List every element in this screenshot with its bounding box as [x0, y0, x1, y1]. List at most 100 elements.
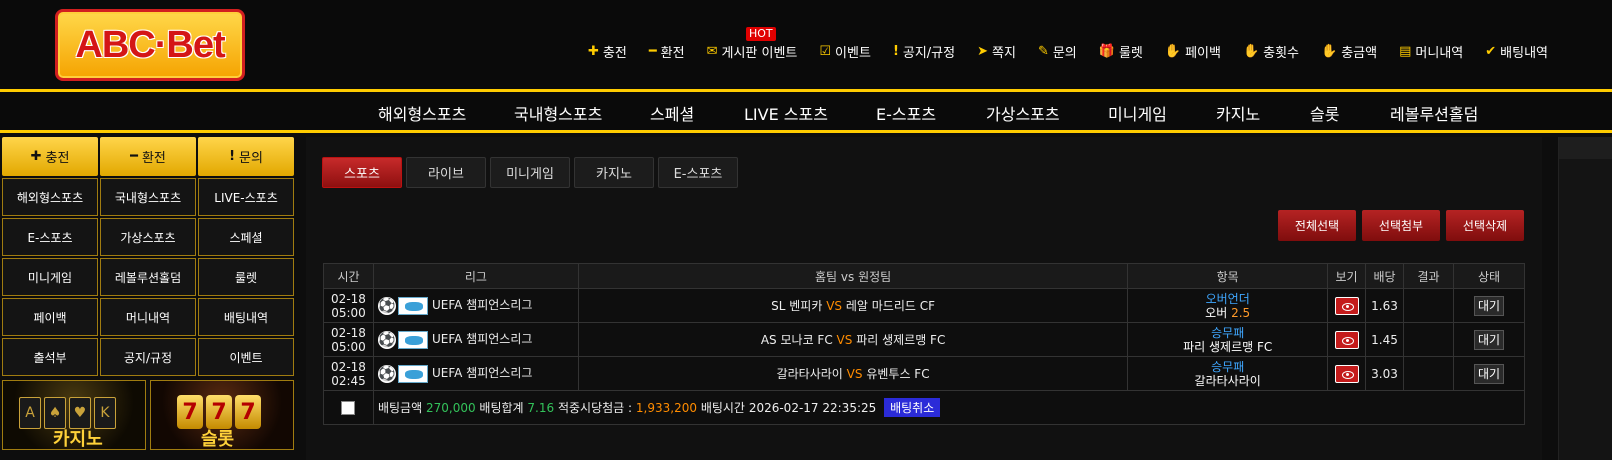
main-nav-item[interactable]: E-스포츠 [876, 101, 936, 125]
main-nav-item[interactable]: 스페셜 [650, 101, 694, 125]
sidebar-menu-item[interactable]: 국내형스포츠 [100, 178, 196, 216]
main-nav: 해외형스포츠 국내형스포츠 스페셜 LIVE 스포츠 E-스포츠 가상스포츠 미니게임 카지노… [0, 92, 1612, 130]
action-button[interactable]: 선택첨부 [1362, 210, 1440, 241]
top-nav-item[interactable]: ! 공지/규정 [893, 42, 955, 61]
tab-item[interactable]: 카지노 [574, 157, 654, 188]
cancel-bet-button[interactable]: 배팅취소 [884, 398, 941, 417]
hand-coin-icon: ✋ [1242, 44, 1260, 59]
odds-value: 3.03 [1365, 356, 1405, 391]
top-nav-item[interactable]: ➤ 쪽지 [977, 42, 1016, 61]
soccer-ball-icon: ⚽ [377, 364, 396, 383]
sidebar-menu-item[interactable]: 공지/규정 [100, 338, 196, 376]
sidebar-menu-item[interactable]: 룰렛 [198, 258, 294, 296]
odds-value: 1.45 [1365, 322, 1405, 357]
pick-cell: 승무패 파리 생제르맹 FC [1127, 322, 1329, 357]
slot-sevens-icon: 777 [177, 395, 261, 429]
sidebar-menu-item[interactable]: 미니게임 [2, 258, 98, 296]
sidebar-menu-item[interactable]: 레볼루션홀덤 [100, 258, 196, 296]
top-nav-item[interactable]: ✎ 문의 [1038, 42, 1077, 61]
status-button[interactable]: 대기 [1473, 363, 1504, 384]
tab-item[interactable]: 라이브 [406, 157, 486, 188]
sidebar-quick-button[interactable]: ━ 환전 [100, 137, 196, 176]
top-nav-item[interactable]: ▤ 머니내역 [1399, 42, 1463, 61]
pick-value: 파리 생제르맹 FC [1128, 340, 1327, 354]
top-nav-label: 충금액 [1341, 46, 1378, 61]
slot-banner[interactable]: 777 슬롯 [150, 380, 294, 450]
page: ABC·Bet HOT ✚ 충전 ━ 환전 ✉ 게시판 이벤트 ☑ 이벤트! 공지/규정 ➤ 쪽지 ✎… [0, 0, 1612, 460]
top-nav-item[interactable]: 🎁 룰렛 [1099, 42, 1143, 61]
sidebar-menu-item[interactable]: 해외형스포츠 [2, 178, 98, 216]
sidebar-banners: A ♠ ♥ K 카지노 777 슬롯 [2, 380, 294, 450]
bet-amount: 270,000 [425, 401, 476, 415]
top-nav-label: 게시판 이벤트 [721, 46, 798, 61]
sidebar-menu-item[interactable]: 출석부 [2, 338, 98, 376]
sidebar-menu-item[interactable]: 배팅내역 [198, 298, 294, 336]
match-clock: 05:00 [331, 339, 366, 354]
sidebar: ✚ 충전 ━ 환전! 문의 해외형스포츠 국내형스포츠 LIVE-스포츠 E-스포츠 가상스포츠… [2, 137, 294, 450]
gift-icon: 🎁 [1098, 44, 1115, 59]
vs-label: VS [836, 333, 853, 347]
sidebar-menu-item[interactable]: 가상스포츠 [100, 218, 196, 256]
column-header: 상태 [1452, 263, 1526, 289]
league-name: UEFA 챔피언스리그 [431, 298, 533, 313]
bet-time-label: 배팅시간 [700, 401, 745, 415]
casino-banner[interactable]: A ♠ ♥ K 카지노 [2, 380, 146, 450]
sidebar-menu-item[interactable]: 머니내역 [100, 298, 196, 336]
top-nav-item[interactable]: ━ 환전 [649, 42, 685, 61]
main-nav-item[interactable]: 레볼루션홀덤 [1390, 101, 1478, 125]
main-nav-item[interactable]: 해외형스포츠 [378, 101, 466, 125]
minus-icon: ━ [130, 149, 138, 164]
sidebar-menu-item[interactable]: LIVE-스포츠 [198, 178, 294, 216]
logo[interactable]: ABC·Bet [55, 9, 245, 81]
bet-slip-panel: 스포츠 라이브 미니게임 카지노 E-스포츠 전체선택 선택첨부 선택삭제 시간 리그 홈팀 v… [306, 137, 1542, 460]
main-nav-item[interactable]: 슬롯 [1310, 101, 1339, 125]
action-button[interactable]: 전체선택 [1278, 210, 1356, 241]
sidebar-quick-button[interactable]: ✚ 충전 [2, 137, 98, 176]
away-team: 파리 생제르맹 FC [856, 333, 946, 347]
eye-icon[interactable] [1334, 330, 1359, 349]
select-checkbox[interactable] [341, 400, 356, 415]
sidebar-menu-item[interactable]: 이벤트 [198, 338, 294, 376]
vs-label: VS [846, 367, 863, 381]
plus-icon: ✚ [588, 44, 599, 59]
top-nav-item[interactable]: ✋ 페이백 [1165, 42, 1221, 61]
status-button[interactable]: 대기 [1473, 329, 1504, 350]
top-nav-label: 배팅내역 [1500, 46, 1548, 61]
status-button[interactable]: 대기 [1473, 295, 1504, 316]
top-nav-item[interactable]: ✚ 충전 [588, 42, 627, 61]
tab-item[interactable]: 미니게임 [490, 157, 570, 188]
top-nav-item[interactable]: ✋ 충금액 [1321, 42, 1377, 61]
top-nav-label: 환전 [660, 46, 685, 61]
pick-type: 오버언더 [1205, 291, 1250, 306]
sidebar-quick-button[interactable]: ! 문의 [198, 137, 294, 176]
sidebar-quick-buttons: ✚ 충전 ━ 환전! 문의 [2, 137, 294, 176]
select-all-cell [323, 390, 374, 425]
action-button[interactable]: 선택삭제 [1446, 210, 1524, 241]
main-nav-item[interactable]: 카지노 [1216, 101, 1260, 125]
top-nav-item[interactable]: ✋ 충횟수 [1243, 42, 1299, 61]
receipt-icon: ▤ [1399, 44, 1412, 59]
view-cell [1327, 356, 1367, 391]
top-nav-item[interactable]: ✉ 게시판 이벤트 [707, 42, 798, 61]
sidebar-menu-item[interactable]: 스페셜 [198, 218, 294, 256]
match-time: 02-18 05:00 [323, 322, 374, 357]
main-nav-item[interactable]: 국내형스포츠 [514, 101, 602, 125]
top-nav-item[interactable]: ☑ 이벤트 [819, 42, 871, 61]
pick-type: 승무패 [1211, 359, 1245, 374]
main-nav-item[interactable]: 미니게임 [1108, 101, 1167, 125]
sidebar-menu-item[interactable]: E-스포츠 [2, 218, 98, 256]
eye-icon[interactable] [1334, 364, 1359, 383]
tab-item[interactable]: 스포츠 [322, 157, 402, 188]
sidebar-menu-grid: 해외형스포츠 국내형스포츠 LIVE-스포츠 E-스포츠 가상스포츠 스페셜미니게임 레볼루… [2, 178, 294, 376]
main-nav-item[interactable]: 가상스포츠 [986, 101, 1060, 125]
result-value [1403, 288, 1454, 323]
minus-icon: ━ [648, 44, 657, 59]
sidebar-quick-label: 문의 [239, 151, 263, 166]
main-nav-item[interactable]: LIVE 스포츠 [744, 101, 828, 125]
sidebar-menu-item[interactable]: 페이백 [2, 298, 98, 336]
top-nav-item[interactable]: ✔ 배팅내역 [1485, 42, 1548, 61]
table-row: 02-18 05:00 ⚽ UEFA 챔피언스리그 AS 모나코 FC VS 파리 생제… [323, 322, 1526, 357]
tab-item[interactable]: E-스포츠 [658, 157, 738, 188]
eye-icon[interactable] [1334, 296, 1359, 315]
bet-table: 시간 리그 홈팀 vs 원정팀 항목 보기 배당 결과 상태 02-18 05:00 ⚽ UEFA … [323, 263, 1526, 425]
